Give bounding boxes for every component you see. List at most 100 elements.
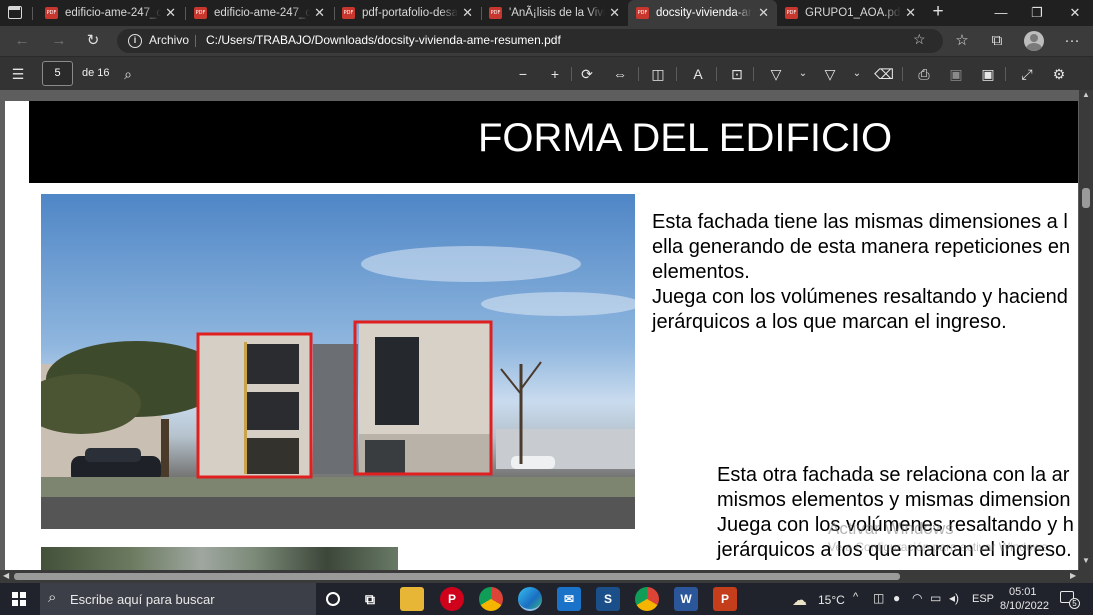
scroll-left-arrow-icon[interactable]: ◀	[3, 571, 9, 580]
windows-start-icon[interactable]	[12, 592, 26, 606]
language-indicator[interactable]: ESP	[972, 593, 994, 605]
draw-icon[interactable]: ▽	[766, 64, 786, 84]
profile-avatar[interactable]	[1024, 31, 1044, 51]
close-tab-icon[interactable]: ✕	[758, 0, 769, 26]
browser-tab[interactable]: GRUPO1_AOA.pdf ✕	[777, 0, 924, 26]
refresh-icon[interactable]: ↻	[82, 30, 104, 52]
page-number-input[interactable]: 5	[42, 61, 73, 86]
collections-icon[interactable]: ⧉	[986, 30, 1008, 52]
address-bar-row: ← → ↻ i Archivo C:/Users/TRABAJO/Downloa…	[0, 26, 1093, 56]
paragraph-line: mismos elementos y mismas dimension	[717, 489, 1071, 511]
scroll-down-arrow-icon[interactable]: ▼	[1082, 556, 1090, 565]
task-view-icon[interactable]: ⧉	[358, 587, 382, 611]
highlight-options-chevron-icon[interactable]: ⌄	[847, 64, 867, 84]
rotate-icon[interactable]: ⟳	[577, 64, 597, 84]
pdf-toolbar: ☰ 5 de 16 ⌕ − + ⟳ ⇔ ◫ A ⊡ ▽ ⌄ ▽ ⌄ ⌫ ⎙ ▣ …	[0, 56, 1093, 90]
info-icon[interactable]: i	[128, 34, 142, 48]
table-of-contents-icon[interactable]: ☰	[8, 64, 28, 84]
horizontal-scroll-thumb[interactable]	[14, 573, 900, 580]
powerpoint-icon[interactable]: P	[713, 587, 737, 611]
draw-options-chevron-icon[interactable]: ⌄	[793, 64, 813, 84]
vertical-scrollbar[interactable]: ▲ ▼	[1079, 90, 1093, 570]
tab-actions-icon[interactable]	[8, 6, 22, 19]
zoom-in-icon[interactable]: +	[545, 64, 565, 84]
tab-title: edificio-ame-247_com	[65, 0, 161, 26]
building-facade-photo	[41, 194, 635, 529]
pdf-file-icon	[342, 7, 355, 19]
url-text[interactable]: C:/Users/TRABAJO/Downloads/docsity-vivie…	[206, 33, 561, 47]
browser-tab[interactable]: edificio-ame-247_com ✕	[37, 0, 184, 26]
minimize-icon[interactable]: —	[983, 0, 1019, 26]
fullscreen-icon[interactable]: ⤢	[1017, 64, 1037, 84]
find-search-icon[interactable]: ⌕	[118, 64, 138, 84]
sketchup-icon[interactable]: S	[596, 587, 620, 611]
browser-tab[interactable]: 'AnÃ¡lisis de la Viviend ✕	[481, 0, 628, 26]
browser-tab[interactable]: pdf-portafolio-desarr ✕	[334, 0, 481, 26]
security-icon[interactable]: ●	[893, 591, 900, 605]
forward-arrow-icon[interactable]: →	[48, 30, 70, 52]
pdf-file-icon	[785, 7, 798, 19]
read-aloud-add-favorite-icon[interactable]: ☆	[913, 31, 926, 48]
address-field[interactable]: i Archivo C:/Users/TRABAJO/Downloads/doc…	[117, 29, 943, 53]
save-icon[interactable]: ▣	[946, 64, 966, 84]
paragraph-line: ella generando de esta manera repeticion…	[652, 236, 1071, 258]
add-text-icon[interactable]: ⊡	[727, 64, 747, 84]
mail-icon[interactable]: ✉	[557, 587, 581, 611]
browser-tab-active[interactable]: docsity-vivienda-ame- ✕	[628, 0, 777, 26]
weather-cloud-icon[interactable]: ☁	[792, 591, 807, 609]
chrome-icon[interactable]	[479, 587, 503, 611]
notification-count-badge: 5	[1069, 598, 1080, 609]
zoom-out-icon[interactable]: −	[513, 64, 533, 84]
close-window-icon[interactable]: ✕	[1057, 0, 1093, 26]
clock-date[interactable]: 8/10/2022	[1000, 600, 1049, 612]
settings-gear-icon[interactable]: ⚙	[1049, 64, 1069, 84]
temperature-label[interactable]: 15°C	[818, 593, 845, 607]
file-explorer-icon[interactable]	[400, 587, 424, 611]
save-as-icon[interactable]: ▣	[978, 64, 998, 84]
horizontal-scrollbar[interactable]: ◀ ▶	[0, 570, 1093, 583]
network-icon[interactable]: ◠	[912, 591, 922, 605]
pinterest-icon[interactable]: P	[440, 587, 464, 611]
more-options-icon[interactable]: ···	[1061, 30, 1083, 52]
back-arrow-icon[interactable]: ←	[11, 30, 33, 52]
show-hidden-icons-chevron-icon[interactable]: ^	[853, 591, 858, 603]
taskbar-search-box[interactable]: ⌕ Escribe aquí para buscar	[40, 583, 316, 615]
clock-time[interactable]: 05:01	[1009, 586, 1037, 598]
cortana-icon[interactable]	[326, 592, 340, 606]
browser-tab-strip: edificio-ame-247_com ✕ edificio-ame-247_…	[0, 0, 1093, 26]
battery-icon[interactable]: ▭	[930, 591, 941, 605]
tab-title: edificio-ame-247_com	[214, 0, 310, 26]
vertical-scroll-thumb[interactable]	[1082, 188, 1090, 208]
favorites-star-icon[interactable]: ☆	[951, 30, 973, 52]
close-tab-icon[interactable]: ✕	[609, 0, 620, 26]
fit-to-width-icon[interactable]: ⇔	[610, 64, 630, 84]
pdf-file-icon	[489, 7, 502, 19]
read-aloud-icon[interactable]: A	[688, 64, 708, 84]
paragraph-line: Esta otra fachada se relaciona con la ar	[717, 464, 1070, 486]
word-icon[interactable]: W	[674, 587, 698, 611]
meet-now-icon[interactable]: ◫	[873, 591, 884, 605]
slide-title-banner: FORMA DEL EDIFICIO	[29, 101, 1078, 183]
volume-icon[interactable]: ◂)	[949, 591, 959, 605]
pdf-viewer-canvas[interactable]: FORMA DEL EDIFICIO Esta fachada tiene la…	[0, 90, 1093, 570]
close-tab-icon[interactable]: ✕	[905, 0, 916, 26]
close-tab-icon[interactable]: ✕	[462, 0, 473, 26]
scroll-right-arrow-icon[interactable]: ▶	[1070, 571, 1076, 580]
print-icon[interactable]: ⎙	[914, 64, 934, 84]
activation-watermark-title: Activar Windows	[828, 519, 954, 538]
new-tab-plus-icon[interactable]: +	[928, 0, 948, 26]
browser-tab[interactable]: edificio-ame-247_com ✕	[186, 0, 333, 26]
highlight-icon[interactable]: ▽	[820, 64, 840, 84]
scroll-up-arrow-icon[interactable]: ▲	[1082, 90, 1090, 99]
paragraph-line: Juega con los volúmenes resaltando y hac…	[652, 286, 1068, 308]
second-facade-photo	[41, 547, 398, 570]
tab-title: pdf-portafolio-desarr	[362, 0, 458, 26]
tab-title: GRUPO1_AOA.pdf	[805, 0, 901, 26]
edge-icon[interactable]	[518, 587, 542, 611]
chrome-profile-icon[interactable]	[635, 587, 659, 611]
restore-icon[interactable]: ❐	[1019, 0, 1055, 26]
close-tab-icon[interactable]: ✕	[314, 0, 325, 26]
page-view-icon[interactable]: ◫	[648, 64, 668, 84]
eraser-icon[interactable]: ⌫	[874, 64, 894, 84]
close-tab-icon[interactable]: ✕	[165, 0, 176, 26]
